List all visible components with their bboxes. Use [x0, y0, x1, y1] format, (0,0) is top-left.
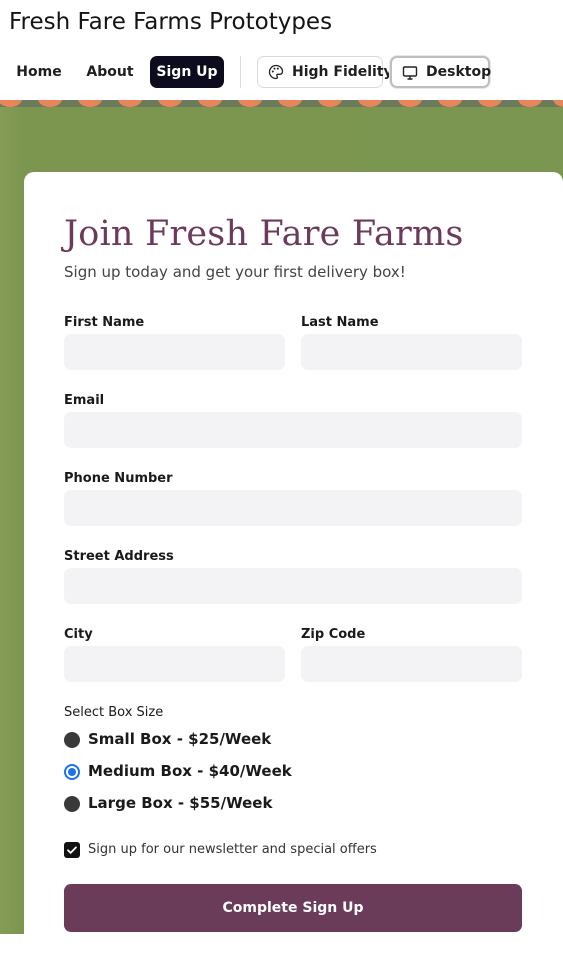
app-title: Fresh Fare Farms Prototypes	[9, 9, 333, 35]
email-input[interactable]	[64, 412, 522, 448]
box-option-label: Small Box - $25/Week	[88, 730, 272, 748]
zip-code-label: Zip Code	[301, 627, 366, 642]
decorative-dot	[318, 100, 342, 107]
nav-about-button[interactable]: About	[78, 56, 142, 88]
first-name-label: First Name	[64, 315, 145, 330]
radio-button[interactable]	[64, 796, 80, 812]
palette-icon	[268, 64, 284, 80]
newsletter-label: Sign up for our newsletter and special o…	[88, 842, 377, 857]
complete-signup-button[interactable]: Complete Sign Up	[64, 884, 522, 932]
first-name-input[interactable]	[64, 334, 285, 370]
decorative-dot	[478, 100, 502, 107]
city-input[interactable]	[64, 646, 285, 682]
decorative-dot	[278, 100, 302, 107]
fidelity-toggle-button[interactable]: High Fidelity	[257, 56, 393, 88]
decorative-dot	[438, 100, 462, 107]
last-name-input[interactable]	[301, 334, 522, 370]
form-title: Join Fresh Fare Farms	[64, 214, 464, 254]
street-address-label: Street Address	[64, 549, 174, 564]
radio-button-selected[interactable]	[64, 764, 80, 780]
decorative-dot	[238, 100, 262, 107]
decorative-dot	[38, 100, 62, 107]
box-option-label: Medium Box - $40/Week	[88, 762, 292, 780]
email-label: Email	[64, 393, 105, 408]
page-background: Join Fresh Fare Farms Sign up today and …	[0, 100, 563, 962]
radio-button[interactable]	[64, 732, 80, 748]
monitor-icon	[402, 66, 418, 80]
device-toggle-button[interactable]: Desktop	[390, 56, 492, 88]
check-icon	[67, 846, 77, 854]
phone-input[interactable]	[64, 490, 522, 526]
box-option-label: Large Box - $55/Week	[88, 794, 273, 812]
street-address-input[interactable]	[64, 568, 522, 604]
decorative-dot	[518, 100, 542, 107]
box-size-label: Select Box Size	[64, 705, 164, 720]
device-label: Desktop	[426, 64, 492, 80]
decorative-dot	[553, 100, 563, 107]
nav-home-button[interactable]: Home	[8, 56, 70, 88]
decorative-dot	[78, 100, 102, 107]
decorative-dot	[118, 100, 142, 107]
decorative-dot	[198, 100, 222, 107]
zip-code-input[interactable]	[301, 646, 522, 682]
nav-divider	[240, 56, 241, 88]
phone-label: Phone Number	[64, 471, 173, 486]
city-label: City	[64, 627, 93, 642]
signup-form-card: Join Fresh Fare Farms Sign up today and …	[24, 172, 563, 962]
last-name-label: Last Name	[301, 315, 379, 330]
decorative-dot	[0, 100, 22, 107]
form-subtitle: Sign up today and get your first deliver…	[64, 263, 406, 281]
newsletter-checkbox[interactable]	[64, 842, 80, 858]
decorative-dot	[158, 100, 182, 107]
decorative-dot-border	[0, 100, 563, 107]
nav-signup-button[interactable]: Sign Up	[150, 56, 224, 88]
top-bar: Fresh Fare Farms Prototypes Home About S…	[0, 0, 563, 100]
decorative-dot	[358, 100, 382, 107]
fidelity-label: High Fidelity	[292, 64, 393, 80]
decorative-dot	[398, 100, 422, 107]
